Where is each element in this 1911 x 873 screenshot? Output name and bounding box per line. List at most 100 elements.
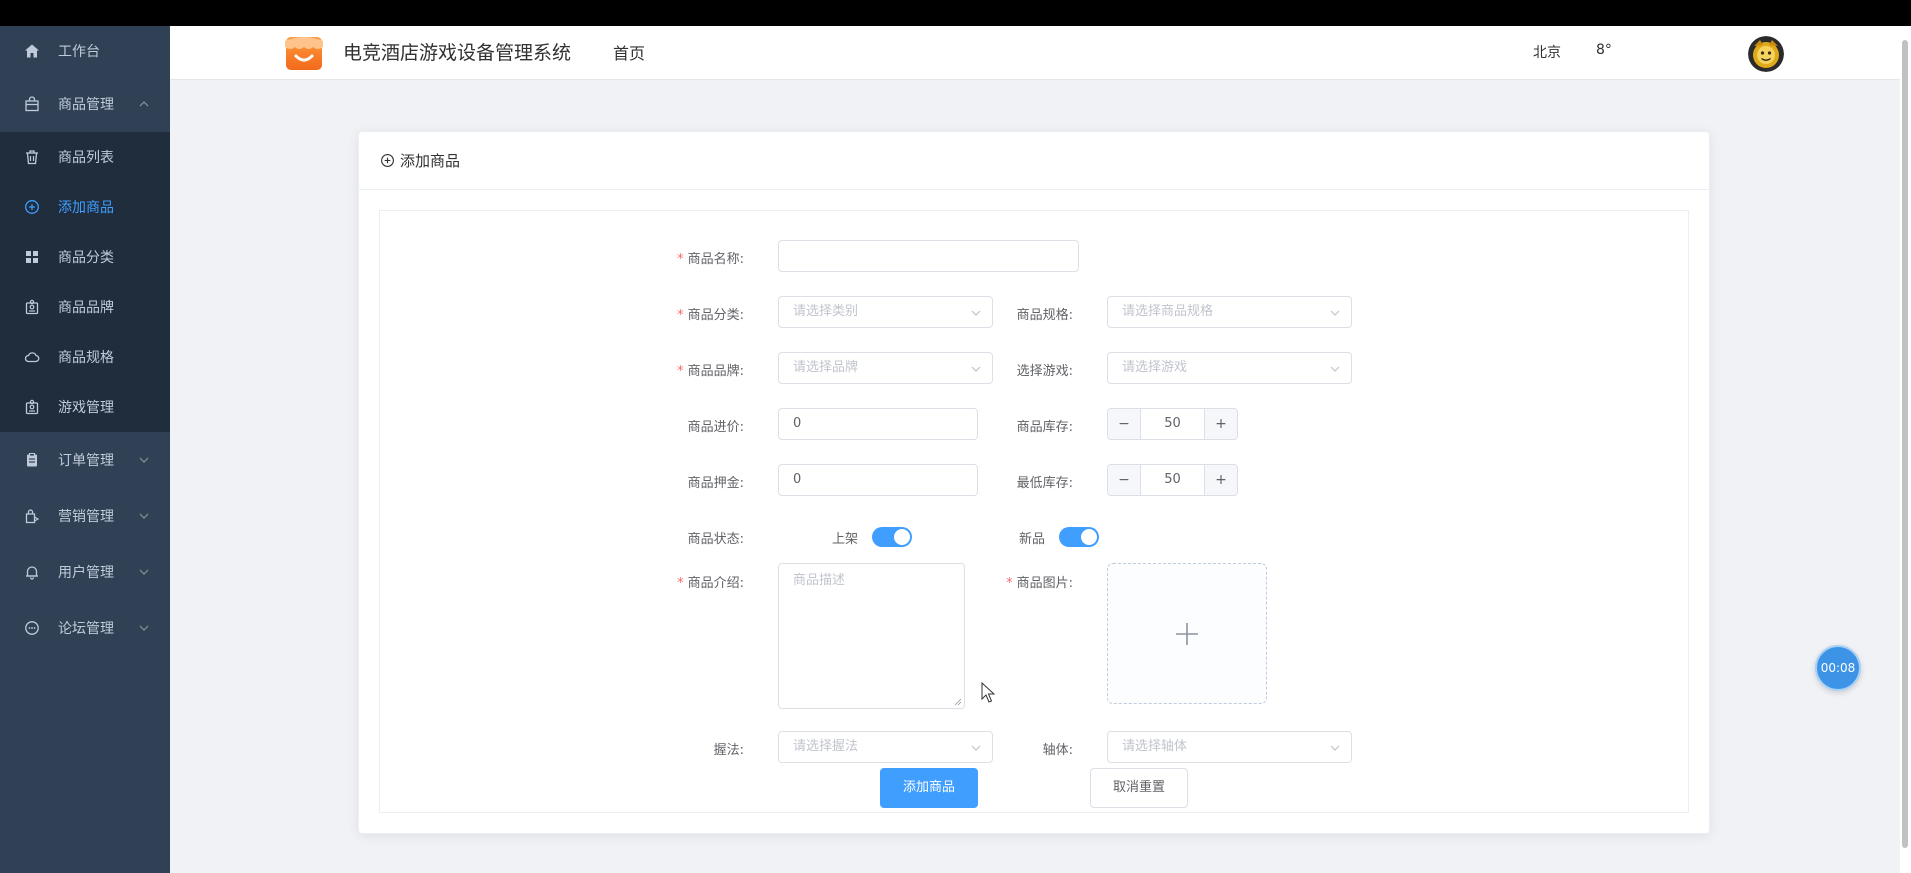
sidebar-item-label: 论坛管理 [58,621,114,637]
cloud-icon [24,349,40,365]
clipboard-icon [24,452,40,468]
brand-select[interactable]: 请选择品牌 [778,352,993,384]
sidebar-item-goods-brand[interactable]: 商品品牌 [0,282,170,332]
chevron-down-icon [139,569,149,575]
switch-knob [894,529,910,545]
chevron-down-icon [1330,366,1340,372]
chevron-down-icon [971,745,981,751]
min-stock-decrease-button[interactable]: − [1108,465,1141,495]
bell-icon [24,564,40,580]
chevron-down-icon [1330,310,1340,316]
trash-icon [24,149,40,165]
stock-decrease-button[interactable]: − [1108,409,1141,439]
system-title: 电竞酒店游戏设备管理系统 [343,42,572,64]
sidebar-item-marketing-management[interactable]: 营销管理 [0,488,170,544]
sidebar: 工作台 商品管理 商品列表 添加商品 商品分类 商品品牌 商品规格 游戏管理 订… [0,26,170,873]
min-stock-stepper[interactable]: − 50 + [1107,464,1238,496]
resize-grip-icon[interactable] [954,698,962,706]
sidebar-item-goods-category[interactable]: 商品分类 [0,232,170,282]
name-label: * 商品名称: [677,252,744,267]
sidebar-item-label: 订单管理 [58,453,114,469]
sidebar-item-game-management[interactable]: 游戏管理 [0,382,170,432]
chat-icon [24,620,40,636]
sidebar-item-label: 商品管理 [58,97,114,113]
sidebar-item-goods-management[interactable]: 商品管理 [0,76,170,132]
sidebar-item-label: 用户管理 [58,565,114,581]
switch-knob [1081,529,1097,545]
on-shelf-switch[interactable] [872,527,912,547]
card-title: 添加商品 [400,152,461,170]
floating-timer[interactable]: 00:08 [1815,645,1861,691]
shopping-icon [24,508,40,524]
avatar[interactable] [1748,36,1784,72]
category-select[interactable]: 请选择类别 [778,296,993,328]
plus-icon [1176,622,1198,645]
price-input[interactable]: 0 [778,408,978,440]
stock-increase-button[interactable]: + [1204,409,1237,439]
weather-temperature: 8° [1596,42,1612,58]
sidebar-item-label: 商品分类 [58,250,114,266]
price-label: 商品进价: [687,420,744,435]
add-goods-button[interactable]: 添加商品 [880,768,978,808]
reset-button[interactable]: 取消重置 [1090,768,1188,808]
spec-label: 商品规格: [1016,308,1073,323]
sidebar-item-label: 工作台 [58,44,100,60]
stock-stepper[interactable]: − 50 + [1107,408,1238,440]
spec-select[interactable]: 请选择商品规格 [1107,296,1352,328]
chevron-down-icon [971,310,981,316]
badge-icon [24,399,40,415]
goods-submenu: 商品列表 添加商品 商品分类 商品品牌 商品规格 游戏管理 [0,132,170,432]
top-header: 电竞酒店游戏设备管理系统 首页 北京 8° [170,26,1900,80]
chevron-down-icon [1330,745,1340,751]
circle-plus-icon [381,154,394,167]
game-select[interactable]: 请选择游戏 [1107,352,1352,384]
brand-label: * 商品品牌: [677,364,744,379]
deposit-input[interactable]: 0 [778,464,978,496]
weather-city: 北京 [1533,45,1561,61]
top-black-bar [0,0,1911,26]
sidebar-item-add-goods[interactable]: 添加商品 [0,182,170,232]
category-label: * 商品分类: [677,308,744,323]
badge-icon [24,299,40,315]
circle-plus-icon [24,199,40,215]
chevron-down-icon [971,366,981,372]
chevron-down-icon [139,513,149,519]
chevron-down-icon [139,457,149,463]
new-switch[interactable] [1059,527,1099,547]
bag-icon [24,96,40,112]
sidebar-item-label: 商品品牌 [58,300,114,316]
sidebar-item-goods-spec[interactable]: 商品规格 [0,332,170,382]
sidebar-item-user-management[interactable]: 用户管理 [0,544,170,600]
status-label: 商品状态: [687,532,744,547]
mouse-cursor-icon [981,682,995,703]
sidebar-item-label: 商品列表 [58,150,114,166]
image-uploader[interactable] [1107,563,1267,704]
sidebar-item-label: 营销管理 [58,509,114,525]
min-stock-value[interactable]: 50 [1141,465,1204,495]
stock-label: 商品库存: [1016,420,1073,435]
home-icon [24,43,40,59]
sidebar-item-workbench[interactable]: 工作台 [0,26,170,76]
grip-select[interactable]: 请选择握法 [778,731,993,763]
grid-icon [24,249,40,265]
new-text: 新品 [1019,532,1046,547]
sidebar-item-goods-list[interactable]: 商品列表 [0,132,170,182]
shaft-select[interactable]: 请选择轴体 [1107,731,1352,763]
intro-textarea[interactable]: 商品描述 [778,563,965,709]
shaft-label: 轴体: [1042,743,1073,758]
sidebar-item-label: 游戏管理 [58,400,114,416]
scrollbar-thumb[interactable] [1902,40,1908,848]
sidebar-item-order-management[interactable]: 订单管理 [0,432,170,488]
intro-label: * 商品介绍: [677,576,744,591]
min-stock-increase-button[interactable]: + [1204,465,1237,495]
sidebar-item-label: 商品规格 [58,350,114,366]
stock-value[interactable]: 50 [1141,409,1204,439]
sidebar-item-forum-management[interactable]: 论坛管理 [0,600,170,656]
chevron-down-icon [139,625,149,631]
min-stock-label: 最低库存: [1016,476,1073,491]
shop-logo-icon [283,31,325,73]
goods-name-input[interactable] [778,240,1079,272]
on-shelf-text: 上架 [832,532,859,547]
home-link[interactable]: 首页 [613,40,645,64]
sidebar-item-label: 添加商品 [58,200,114,216]
